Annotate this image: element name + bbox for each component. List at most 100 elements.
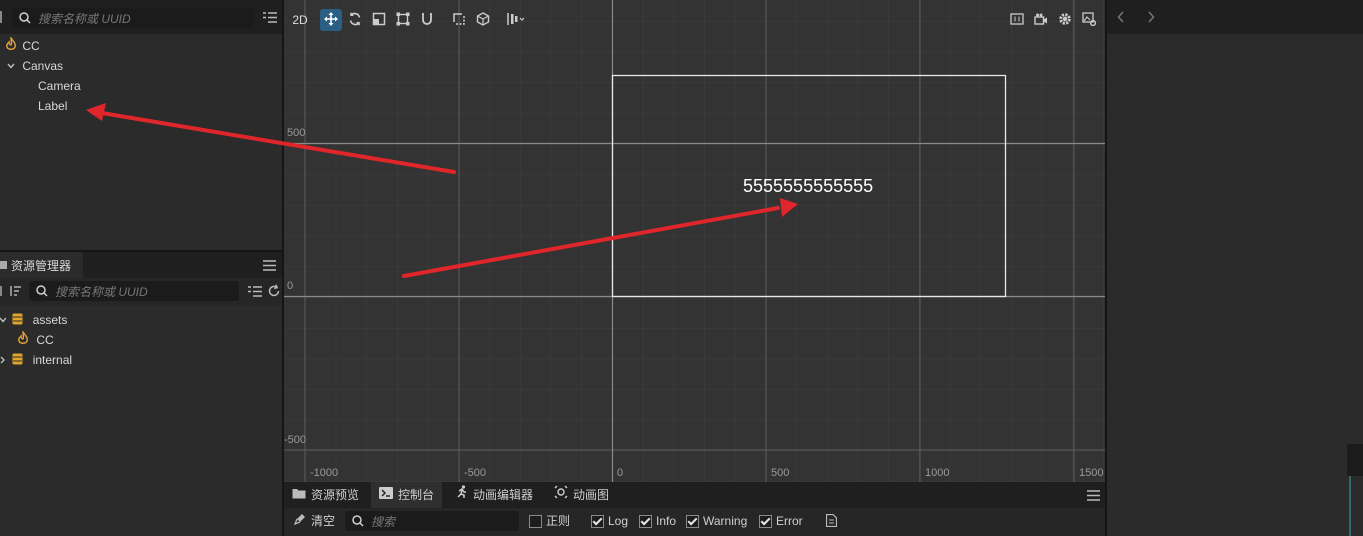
filter-log[interactable]: Log <box>591 512 628 530</box>
rotate-icon <box>348 12 362 29</box>
info-checkbox[interactable] <box>639 514 652 528</box>
scene-view[interactable]: 2D 500 0 -500 -1000 -500 0 500 1000 1500 <box>284 0 1105 482</box>
pivot-icon <box>452 12 466 29</box>
back-arrow-icon[interactable] <box>1117 11 1125 26</box>
coordinate-button[interactable] <box>472 9 494 31</box>
search-icon <box>35 284 49 298</box>
filter-regex[interactable]: 正则 <box>529 512 570 530</box>
pivot-button[interactable] <box>448 9 470 31</box>
assets-search-input[interactable]: 搜索名称或 UUID <box>29 281 239 301</box>
panel-edge-tab[interactable] <box>1347 444 1363 476</box>
flame-icon <box>5 35 17 57</box>
filter-label: Log <box>608 514 629 528</box>
tree-node-cc[interactable]: CC <box>5 35 40 57</box>
tree-node-label-text: Label <box>38 99 68 113</box>
snap-tool-button[interactable] <box>416 9 438 31</box>
x-axis-label: 0 <box>617 467 624 479</box>
asset-label: CC <box>36 333 54 347</box>
mode-2d-label: 2D <box>292 13 308 27</box>
forward-arrow-icon[interactable] <box>1147 11 1155 26</box>
tree-node-label: Camera <box>38 79 81 93</box>
scale-tool-button[interactable] <box>368 9 390 31</box>
y-axis-label: -500 <box>284 434 307 446</box>
inspector-panel <box>1107 0 1363 536</box>
video-camera-icon <box>1034 13 1048 28</box>
cube-icon <box>476 11 490 29</box>
clear-label: 清空 <box>311 514 336 528</box>
filter-label: Warning <box>703 514 748 528</box>
y-axis-label: 500 <box>287 127 306 139</box>
tab-label: 动画编辑器 <box>473 488 534 502</box>
folder-icon <box>292 482 306 508</box>
tab-asset-preview[interactable]: 资源预览 <box>284 482 367 508</box>
rotate-tool-button[interactable] <box>344 9 366 31</box>
hierarchy-search-input[interactable]: 搜索名称或 UUID <box>12 8 254 28</box>
asset-label: internal <box>32 353 73 367</box>
rect-icon <box>396 12 410 29</box>
chevron-down-icon[interactable] <box>0 311 7 331</box>
asset-item-cc[interactable]: CC <box>17 329 54 351</box>
rect-tool-button[interactable] <box>392 9 414 31</box>
filter-label: Info <box>656 514 677 528</box>
console-search-input[interactable]: 搜索 <box>345 511 519 531</box>
search-icon <box>18 11 32 25</box>
hierarchy-panel: 搜索名称或 UUID CC Canvas Camera Label <box>0 0 283 252</box>
x-axis-label: -1000 <box>310 467 339 479</box>
asset-folder-assets[interactable]: assets <box>0 310 67 330</box>
filter-warning[interactable]: Warning <box>686 512 747 530</box>
align-dropdown-button[interactable] <box>503 9 529 31</box>
x-axis-label: -500 <box>464 467 487 479</box>
warning-checkbox[interactable] <box>686 514 699 528</box>
assets-tab[interactable]: 资源管理器 <box>0 252 83 278</box>
hierarchy-menu-icon[interactable] <box>0 11 6 23</box>
scene-image-settings-button[interactable] <box>1078 9 1100 31</box>
move-tool-button[interactable] <box>320 9 342 31</box>
error-checkbox[interactable] <box>759 514 772 528</box>
view-toggle-button[interactable] <box>1006 9 1028 31</box>
log-checkbox[interactable] <box>591 514 604 528</box>
tab-animation-graph[interactable]: 动画图 <box>546 482 617 508</box>
add-icon[interactable] <box>0 286 5 296</box>
scene-grid <box>284 0 1105 482</box>
assets-search-placeholder: 搜索名称或 UUID <box>55 284 148 299</box>
scene-label-node[interactable]: 5555555555555 <box>743 176 873 197</box>
clear-button[interactable]: 清空 <box>293 512 336 530</box>
x-axis-label: 1500 <box>1079 467 1104 479</box>
tab-animation-editor[interactable]: 动画编辑器 <box>448 482 541 508</box>
sort-list-icon[interactable] <box>262 11 278 27</box>
asset-folder-internal[interactable]: internal <box>0 350 72 370</box>
move-icon <box>324 11 338 29</box>
scene-camera-button[interactable] <box>1030 9 1052 31</box>
database-icon <box>12 351 23 371</box>
open-log-file-icon[interactable] <box>825 513 838 530</box>
magnet-icon <box>421 12 433 29</box>
asset-label: assets <box>32 313 68 327</box>
chevron-down-icon[interactable] <box>6 57 16 77</box>
gear-icon <box>1058 12 1072 29</box>
filter-error[interactable]: Error <box>759 512 803 530</box>
mode-2d-button[interactable]: 2D <box>288 9 312 31</box>
refresh-icon[interactable] <box>267 284 281 301</box>
panel-icon <box>0 261 7 269</box>
grid-icon <box>1010 12 1024 28</box>
animation-graph-icon <box>554 482 568 508</box>
filter-label: 正则 <box>546 514 571 528</box>
align-icon <box>506 12 526 29</box>
console-menu-icon[interactable] <box>1087 490 1100 504</box>
tab-console[interactable]: 控制台 <box>371 482 443 508</box>
scene-settings-button[interactable] <box>1054 9 1076 31</box>
tree-node-canvas[interactable]: Canvas <box>6 56 63 76</box>
sort-icon[interactable] <box>9 284 23 301</box>
flame-icon <box>17 329 29 351</box>
inspector-toolbar <box>1107 0 1363 34</box>
chevron-right-icon[interactable] <box>0 351 6 371</box>
console-search-placeholder: 搜索 <box>371 514 396 529</box>
tab-label: 控制台 <box>398 488 435 502</box>
menu-icon[interactable] <box>263 260 276 274</box>
filter-info[interactable]: Info <box>639 512 676 530</box>
tree-node-label[interactable]: Label <box>38 96 67 116</box>
regex-checkbox[interactable] <box>529 514 542 528</box>
resize-edge[interactable] <box>1349 476 1351 536</box>
sort-list-icon[interactable] <box>247 285 263 301</box>
tree-node-camera[interactable]: Camera <box>38 76 81 96</box>
